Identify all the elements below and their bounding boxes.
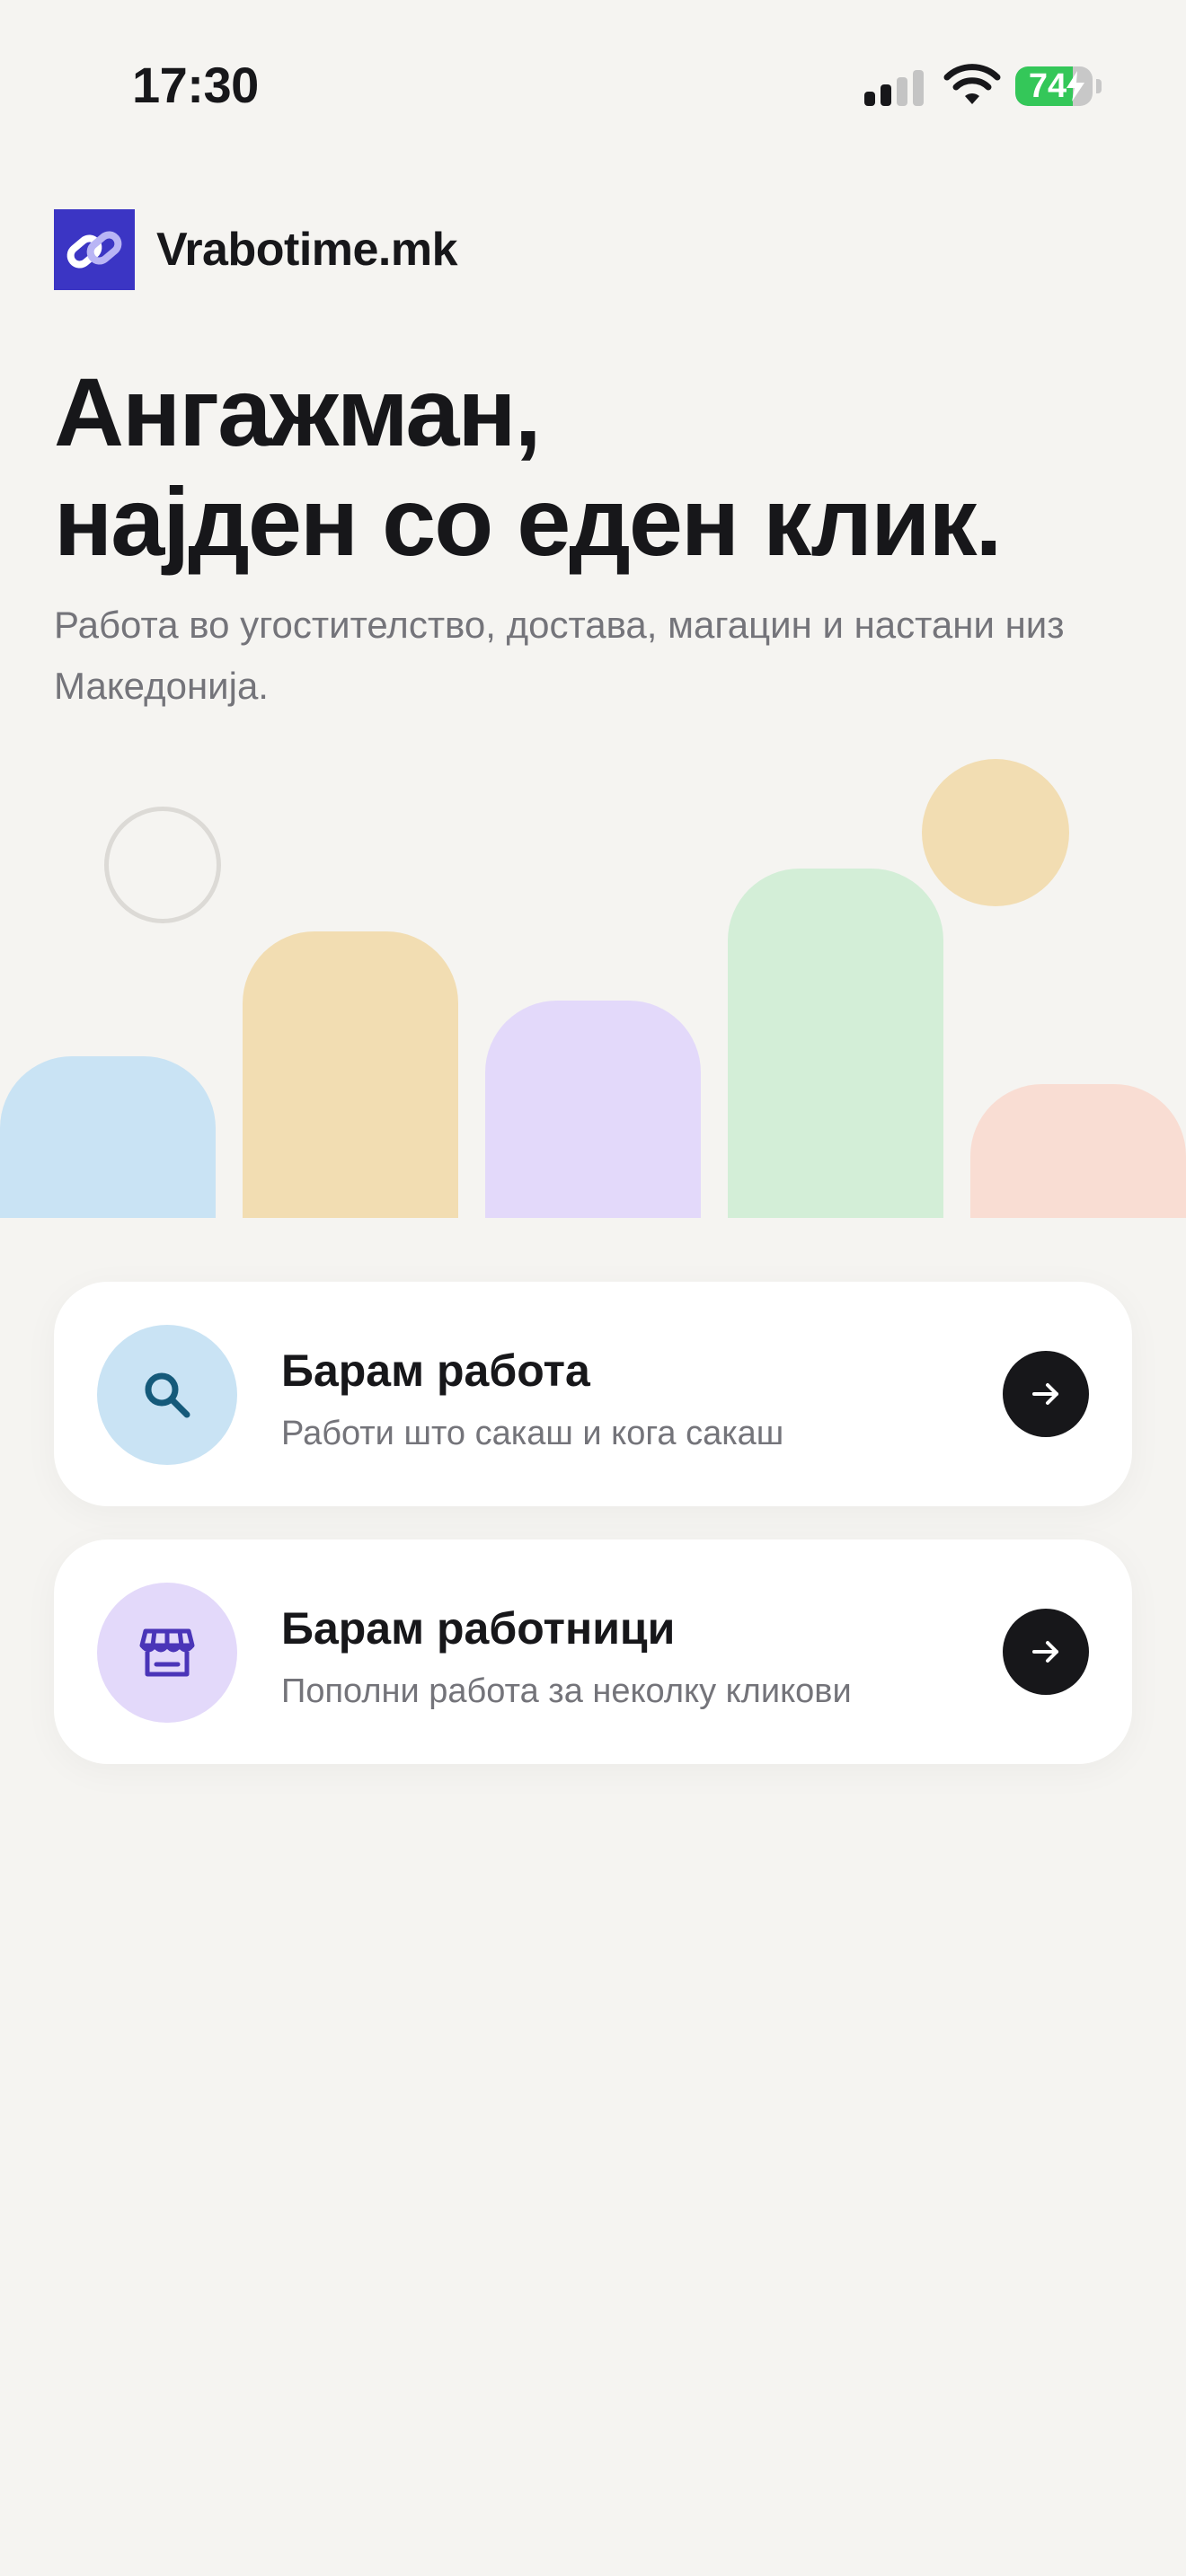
brand-name: Vrabotime.mk (156, 224, 458, 276)
store-icon (139, 1628, 195, 1677)
illustration-bar-pink (970, 1084, 1186, 1218)
find-workers-icon-circle (97, 1583, 237, 1723)
find-work-title: Барам работа (281, 1345, 590, 1396)
find-workers-title: Барам работници (281, 1603, 676, 1654)
illustration-bar-purple (485, 1001, 701, 1218)
brand-logo (54, 209, 135, 290)
battery-cap (1096, 79, 1102, 93)
hero-subtitle: Работа во угостителство, достава, магаци… (54, 604, 1065, 707)
find-workers-arrow-button[interactable] (1003, 1609, 1089, 1695)
illustration-bar-yellow (243, 931, 458, 1218)
find-work-icon-circle (97, 1325, 237, 1465)
illustration-ring (104, 807, 221, 923)
find-workers-card[interactable]: Барам работници Пополни работа за неколк… (54, 1539, 1132, 1764)
arrow-right-icon (1032, 1641, 1058, 1663)
wifi-icon (943, 64, 1001, 104)
hero-title-line-1: Ангажман, (54, 357, 542, 466)
find-workers-subtitle: Пополни работа за неколку кликови (281, 1672, 852, 1710)
arrow-right-icon (1032, 1383, 1058, 1405)
charging-bolt-icon (1067, 71, 1084, 101)
hero-illustration (0, 754, 1186, 1218)
illustration-bar-blue (0, 1056, 216, 1218)
find-work-arrow-button[interactable] (1003, 1351, 1089, 1437)
cellular-signal-icon (864, 66, 924, 106)
hero-title-line-2: најден со еден клик. (54, 467, 1003, 576)
status-time: 17:30 (132, 57, 259, 113)
chain-link-logo-icon (66, 231, 122, 269)
illustration-bar-green (728, 869, 943, 1218)
find-work-subtitle: Работи што сакаш и кога сакаш (281, 1415, 784, 1452)
find-work-card[interactable]: Барам работа Работи што сакаш и кога сак… (54, 1282, 1132, 1506)
battery-charging-icon: 74 (1015, 66, 1093, 106)
search-icon (145, 1372, 190, 1418)
hero-title: Ангажман, најден со еден клик. (54, 357, 1150, 577)
illustration-circle-yellow (922, 759, 1069, 906)
